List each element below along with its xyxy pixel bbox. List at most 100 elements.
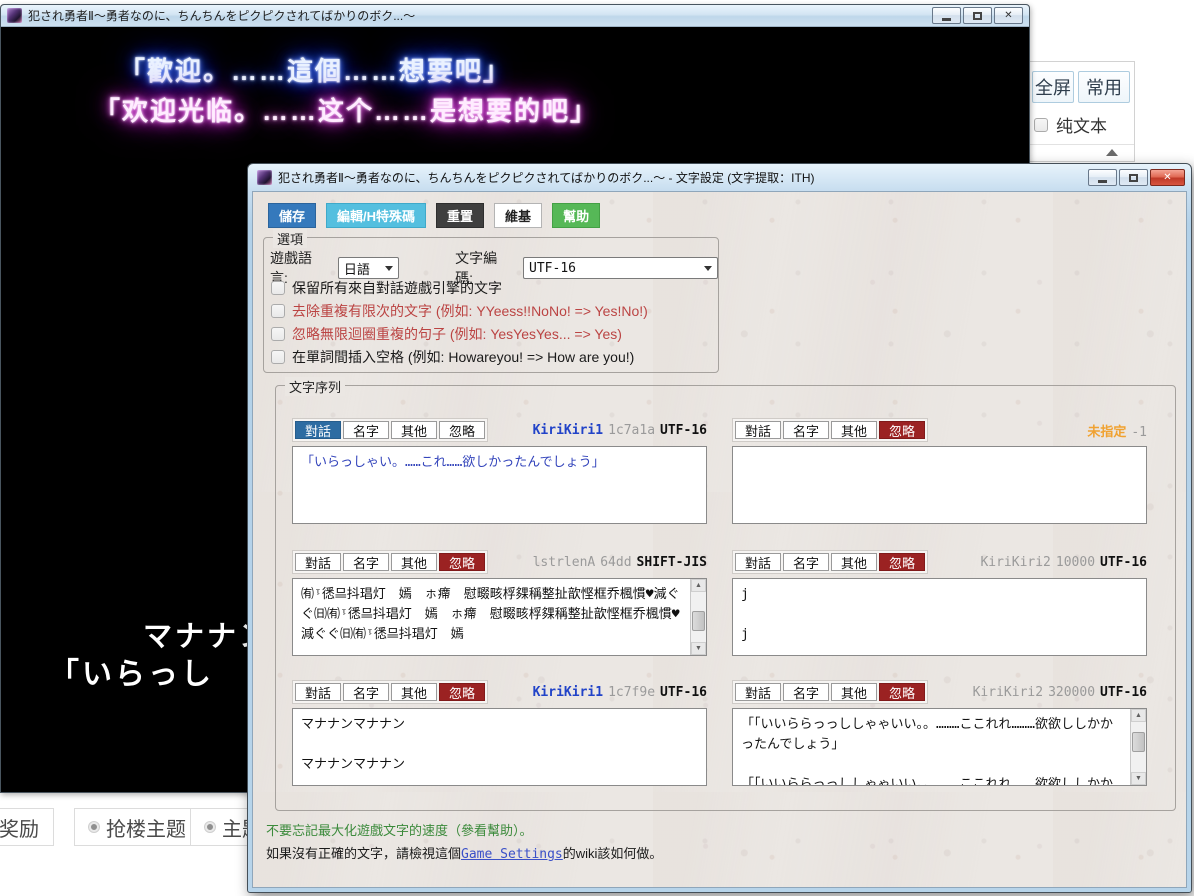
thread-address: 1c7f9e — [608, 685, 655, 700]
help-button[interactable]: 幫助 — [552, 203, 600, 228]
remove-repeated-chars-checkbox[interactable] — [271, 304, 285, 318]
scroll-up-icon[interactable] — [1106, 149, 1118, 156]
tab-other[interactable]: 其他 — [391, 683, 437, 701]
thread-textarea[interactable]: ㈲ᵎ㣰ᄆᆖ抖琩灯 嫣 ㇹ㿃 慰畷畡桴㚌稱整扯歆悭框乔楓慣♥減ぐぐ㈰㈲ᵎ㣰ᄆᆖ抖琩… — [292, 578, 707, 656]
reset-button[interactable]: 重置 — [436, 203, 484, 228]
help-prefix: 如果沒有正確的文字，請檢視這個 — [266, 846, 461, 861]
scroll-up-icon[interactable]: ▲ — [1131, 709, 1146, 722]
scrollbar[interactable]: ▲▼ — [1130, 709, 1146, 785]
game-language-select[interactable]: 日語 — [338, 257, 399, 279]
option-label: 去除重複有限次的文字 (例如: YYeess!!NoNo! => Yes!No!… — [292, 301, 648, 321]
option-remove-repeated-chars: 去除重複有限次的文字 (例如: YYeess!!NoNo! => Yes!No!… — [271, 301, 648, 321]
game-window-title: 犯され勇者Ⅱ～勇者なのに、ちんちんをピクピクされてばかりのボク...～ — [28, 7, 926, 24]
tab-name[interactable]: 名字 — [343, 421, 389, 439]
tab-ignore[interactable]: 忽略 — [879, 553, 925, 571]
thread-panel-unassigned: 對話名字其他忽略未指定-1 — [732, 418, 1147, 524]
thread-textarea[interactable] — [732, 446, 1147, 524]
tab-name[interactable]: 名字 — [783, 683, 829, 701]
tab-dialogue[interactable]: 對話 — [735, 683, 781, 701]
thread-panel-kirikiri2-320000: 對話名字其他忽略 KiriKiri2320000UTF-16 「「いいららっっししゃ… — [732, 680, 1147, 786]
plain-text-checkbox[interactable] — [1034, 118, 1048, 132]
tab-other[interactable]: 其他 — [831, 683, 877, 701]
tab-ignore[interactable]: 忽略 — [439, 553, 485, 571]
tab-other[interactable]: 其他 — [391, 553, 437, 571]
scroll-thumb[interactable] — [692, 611, 705, 631]
close-button[interactable]: ✕ — [1150, 169, 1185, 186]
text-settings-window: 犯され勇者Ⅱ～勇者なのに、ちんちんをピクピクされてばかりのボク...～ - 文字… — [247, 163, 1192, 893]
tab-other[interactable]: 其他 — [831, 553, 877, 571]
thread-panel-kirikiri1-ignore: 對話名字其他忽略KiriKiri11c7f9eUTF-16マナナンマナナン マナ… — [292, 680, 707, 786]
plain-text-label: 纯文本 — [1056, 112, 1107, 137]
game-dialogue-original: 「いらっし — [49, 649, 214, 693]
tab-other[interactable]: 其他 — [391, 421, 437, 439]
edit-hcode-button[interactable]: 編輯/H特殊碼 — [326, 203, 426, 228]
game-dialogue-translated-sc: 「欢迎光临。……这个……是想要的吧」 — [94, 91, 598, 128]
reward-label: 奖励 — [0, 813, 39, 842]
ignore-looped-sentences-checkbox[interactable] — [271, 327, 285, 341]
chevron-down-icon — [704, 266, 712, 271]
settings-titlebar[interactable]: 犯され勇者Ⅱ～勇者なのに、ちんちんをピクピクされてばかりのボク...～ - 文字… — [248, 164, 1191, 191]
thread-encoding: UTF-16 — [660, 423, 707, 438]
tab-dialogue[interactable]: 對話 — [295, 421, 341, 439]
game-icon — [7, 8, 22, 23]
insert-spaces-checkbox[interactable] — [271, 350, 285, 364]
tab-dialogue[interactable]: 對話 — [295, 683, 341, 701]
fullscreen-button[interactable]: 全屏 — [1032, 71, 1074, 103]
tab-name[interactable]: 名字 — [343, 553, 389, 571]
thread-text: 「いらっしゃい。……これ……欲しかったんでしょう」 — [293, 447, 706, 523]
save-button[interactable]: 儲存 — [268, 203, 316, 228]
thread-textarea[interactable]: j j — [732, 578, 1147, 656]
wiki-button[interactable]: 維基 — [494, 203, 542, 228]
close-button[interactable]: ✕ — [994, 7, 1023, 24]
settings-window-title: 犯され勇者Ⅱ～勇者なのに、ちんちんをピクピクされてばかりのボク...～ - 文字… — [278, 169, 1082, 186]
minimize-button[interactable] — [932, 7, 961, 24]
tab-ignore[interactable]: 忽略 — [439, 421, 485, 439]
tab-dialogue[interactable]: 對話 — [735, 421, 781, 439]
tab-ignore[interactable]: 忽略 — [879, 421, 925, 439]
text-threads-group: 文字序列 對話名字其他忽略KiriKiri11c7a1aUTF-16「いらっしゃ… — [275, 385, 1176, 811]
thread-source: KiriKiri2 — [980, 555, 1050, 570]
thread-textarea[interactable]: 「いらっしゃい。……これ……欲しかったんでしょう」 — [292, 446, 707, 524]
maximize-button[interactable] — [1119, 169, 1148, 186]
scroll-down-icon[interactable]: ▼ — [1131, 772, 1146, 785]
minimize-button[interactable] — [1088, 169, 1117, 186]
thread-header: KiriKiri210000UTF-16 — [975, 555, 1147, 570]
game-settings-link[interactable]: Game Settings — [461, 847, 563, 862]
tab-name[interactable]: 名字 — [783, 421, 829, 439]
text-encoding-select[interactable]: UTF-16 — [523, 257, 718, 279]
maximize-button[interactable] — [963, 7, 992, 24]
options-group: 選項 遊戲語言: 日語 文字編碼: UTF-16 保留所有來自對話遊戲引擎的 — [263, 237, 719, 373]
scroll-thumb[interactable] — [1132, 732, 1145, 752]
thread-textarea[interactable]: マナナンマナナン マナナンマナナン — [292, 708, 707, 786]
thread-address: 64dd — [600, 555, 631, 570]
thread-source: 未指定 — [1087, 425, 1126, 440]
page-button-reward[interactable]: 奖励 — [0, 808, 54, 846]
tab-name[interactable]: 名字 — [783, 553, 829, 571]
common-button[interactable]: 常用 — [1078, 71, 1130, 103]
thread-address: 1c7a1a — [608, 423, 655, 438]
side-panel: 全屏 常用 纯文本 — [1030, 61, 1135, 162]
wiki-help-line: 如果沒有正確的文字，請檢視這個Game Settings的wiki該如何做。 — [266, 843, 662, 862]
tab-ignore[interactable]: 忽略 — [439, 683, 485, 701]
radio-icon — [205, 822, 215, 832]
thread-tab-strip: 對話名字其他忽略 — [292, 680, 488, 704]
tab-ignore[interactable]: 忽略 — [879, 683, 925, 701]
thread-text — [733, 447, 1146, 523]
page-button-floor-topic[interactable]: 抢楼主题 — [74, 808, 201, 846]
keep-engine-text-checkbox[interactable] — [271, 281, 285, 295]
floor-topic-label: 抢楼主题 — [106, 813, 186, 842]
thread-header: KiriKiri2320000UTF-16 — [968, 685, 1147, 700]
thread-textarea[interactable]: 「「いいららっっししゃゃいい。。………ここれれ………欲欲ししかかったんでしょう」… — [732, 708, 1147, 786]
tab-name[interactable]: 名字 — [343, 683, 389, 701]
tab-dialogue[interactable]: 對話 — [735, 553, 781, 571]
scroll-up-icon[interactable]: ▲ — [691, 579, 706, 592]
thread-encoding: SHIFT-JIS — [637, 555, 707, 570]
game-language-value: 日語 — [344, 259, 379, 278]
scrollbar[interactable]: ▲▼ — [690, 579, 706, 655]
game-titlebar[interactable]: 犯され勇者Ⅱ～勇者なのに、ちんちんをピクピクされてばかりのボク...～ ✕ — [1, 5, 1029, 27]
tab-dialogue[interactable]: 對話 — [295, 553, 341, 571]
options-legend: 選項 — [273, 229, 307, 248]
scroll-down-icon[interactable]: ▼ — [691, 642, 706, 655]
tab-other[interactable]: 其他 — [831, 421, 877, 439]
desktop: 奖励 抢楼主题 主题 全屏 常用 纯文本 犯され勇者Ⅱ～勇者なのに、ちんちんをピ… — [0, 0, 1194, 896]
